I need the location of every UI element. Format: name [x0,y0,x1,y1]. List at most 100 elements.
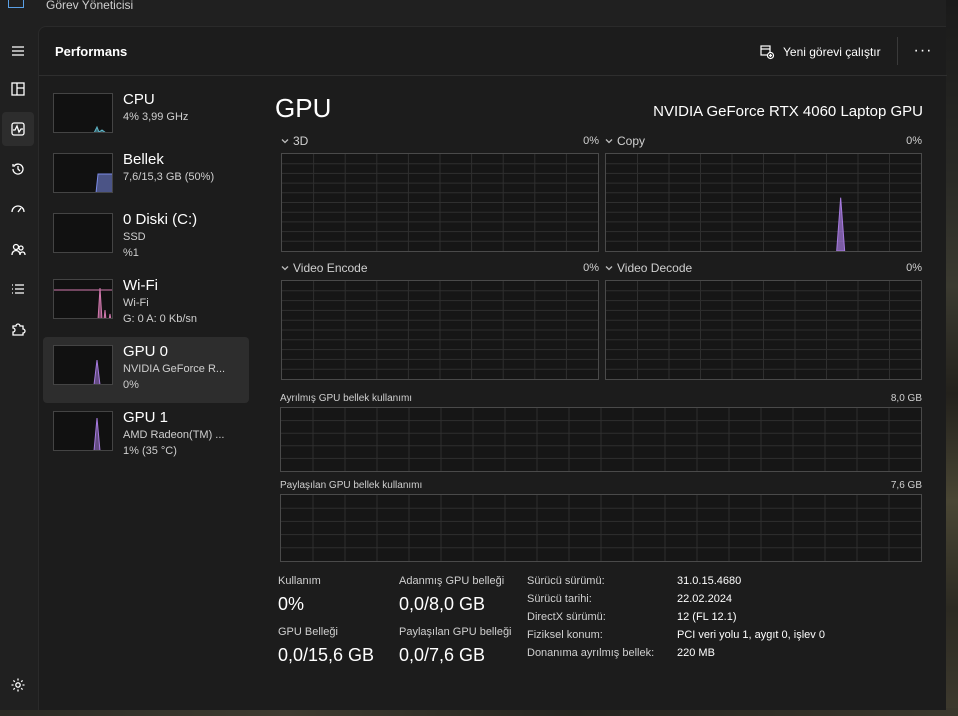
engine-graph-canvas [606,154,921,251]
desktop-background [946,0,958,716]
shared-memory-stat-label: Paylaşılan GPU belleği [399,626,512,638]
driver-version-value: 31.0.15.4680 [677,575,742,587]
sparkline-area [93,359,101,384]
chevron-down-icon [281,266,289,271]
new-task-icon [760,45,775,60]
device-thumbnail [53,279,113,319]
usage-label: Kullanım [278,575,321,587]
nav-startup-apps-button[interactable] [2,192,34,226]
sparkline-spike [108,313,112,318]
device-thumbnail [53,153,113,193]
engine-graph-video-encode [281,280,599,380]
nav-processes-button[interactable] [2,72,34,106]
driver-version-key: Sürücü sürümü: [527,575,605,587]
device-item-gpu0[interactable]: GPU 0 NVIDIA GeForce R... 0% [43,337,249,403]
engine-selector-copy[interactable]: Copy [605,134,645,148]
hardware-reserved-memory-value: 220 MB [677,647,715,659]
device-detail-2: 1% (35 °C) [123,445,177,457]
device-item-gpu1[interactable]: GPU 1 AMD Radeon(TM) ... 1% (35 °C) [43,407,249,473]
device-detail: SSD [123,231,146,243]
device-detail-2: %1 [123,247,139,259]
gpu-memory-value: 0,0/15,6 GB [278,645,375,665]
engine-graph-canvas [282,281,598,379]
performance-icon [11,122,25,136]
physical-location-key: Fiziksel konum: [527,629,603,641]
startup-gauge-icon [11,205,25,213]
device-detail: Wi-Fi [123,297,149,309]
engine-graph-copy [605,153,922,252]
shared-memory-max: 7,6 GB [890,480,922,491]
nav-users-button[interactable] [2,232,34,266]
engine-label: Copy [617,134,646,148]
window-title: Görev Yöneticisi [46,0,134,12]
device-name: GPU 1 [123,409,169,426]
chevron-down-icon [605,139,613,144]
engine-selector-3d[interactable]: 3D [281,134,308,148]
run-new-task-button[interactable]: Yeni görevi çalıştır [759,41,881,63]
history-icon [12,163,24,175]
device-thumbnail [53,345,113,385]
sparkline-area [93,125,106,132]
sparkline-area [95,173,112,192]
directx-version-key: DirectX sürümü: [527,611,606,623]
device-name: 0 Diski (C:) [123,211,198,228]
device-thumbnail [53,93,113,133]
chevron-down-icon [605,266,613,271]
engine-label: 3D [293,134,309,148]
device-sparkline [54,287,112,318]
dedicated-memory-label: Ayrılmış GPU bellek kullanımı [280,393,413,404]
device-item-disk[interactable]: 0 Diski (C:) SSD %1 [43,209,249,275]
device-item-cpu[interactable]: CPU 4% 3,99 GHz [43,89,249,155]
usage-value: 0% [278,594,305,614]
driver-date-value: 22.02.2024 [677,593,733,605]
physical-location-value: PCI veri yolu 1, aygıt 0, işlev 0 [677,629,825,641]
engine-selector-video-decode[interactable]: Video Decode [605,261,692,275]
hardware-reserved-memory-key: Donanıma ayrılmış bellek: [527,647,655,659]
engine-graph-canvas [282,154,598,251]
device-sparkline [93,417,101,450]
dedicated-memory-stat-value: 0,0/8,0 GB [399,594,486,614]
hamburger-menu-button[interactable] [2,34,34,68]
run-new-task-label: Yeni görevi çalıştır [783,45,881,59]
more-options-button[interactable]: ··· [911,39,935,63]
device-detail-2: G: 0 A: 0 Kb/sn [123,313,197,325]
page-header: Performans Yeni görevi çalıştır ··· [39,27,947,76]
title-bar[interactable]: Görev Yöneticisi [0,0,946,26]
gpu-model-name: NVIDIA GeForce RTX 4060 Laptop GPU [653,103,923,120]
engine-selector-video-encode[interactable]: Video Encode [281,261,368,275]
processes-icon [11,82,25,96]
dedicated-memory-graph [280,407,922,472]
chevron-down-icon [281,139,289,144]
navigation-rail [0,26,38,710]
memory-graph-canvas [281,408,921,471]
header-separator [897,37,898,65]
task-manager-app-icon [8,0,24,8]
device-detail: 4% 3,99 GHz [123,111,189,123]
nav-details-button[interactable] [2,272,34,306]
hamburger-icon [12,46,24,56]
settings-button[interactable] [2,668,34,702]
engine-percent: 0% [906,262,922,274]
device-detail: NVIDIA GeForce R... [123,363,226,375]
device-item-memory[interactable]: Bellek 7,6/15,3 GB (50%) [43,149,249,215]
nav-performance-button[interactable] [2,112,34,146]
device-detail: AMD Radeon(TM) ... [123,429,225,441]
device-name: GPU 0 [123,343,169,360]
nav-services-button[interactable] [2,312,34,346]
device-detail-2: 0% [123,379,139,391]
engine-percent: 0% [906,135,922,147]
users-icon [11,243,26,256]
device-thumbnail [53,213,113,253]
services-puzzle-icon [12,323,26,336]
shared-memory-graph [280,494,922,562]
memory-graph-canvas [281,495,921,561]
device-item-wifi[interactable]: Wi-Fi Wi-Fi G: 0 A: 0 Kb/sn [43,275,249,341]
nav-app-history-button[interactable] [2,152,34,186]
engine-label: Video Decode [617,261,693,275]
content-pane: Performans Yeni görevi çalıştır ··· CPU … [38,26,947,710]
usage-spike [836,197,846,251]
device-thumbnail [53,411,113,451]
device-sparkline [93,125,106,132]
device-name: CPU [123,91,155,108]
gpu-title: GPU [275,93,332,123]
